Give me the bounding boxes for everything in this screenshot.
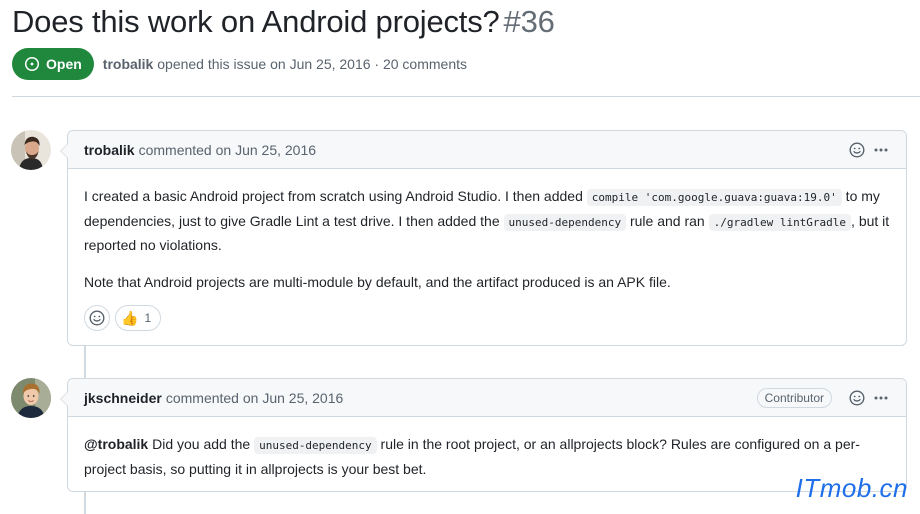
timeline-connector bbox=[84, 492, 86, 514]
comment-body: I created a basic Android project from s… bbox=[68, 169, 906, 293]
add-reaction-icon[interactable] bbox=[848, 141, 866, 159]
header-divider bbox=[12, 96, 920, 97]
watermark: ITmob.cn bbox=[795, 473, 908, 503]
issue-meta: Open trobalik opened this issue on Jun 2… bbox=[12, 48, 467, 80]
kebab-menu-icon[interactable] bbox=[872, 141, 890, 159]
issue-author-link[interactable]: trobalik bbox=[103, 56, 154, 72]
comment-author-link[interactable]: jkschneider bbox=[84, 390, 162, 406]
status-badge: Open bbox=[12, 48, 94, 80]
thumbs-up-icon: 👍 bbox=[121, 309, 139, 326]
timeline-connector bbox=[84, 346, 86, 379]
comment-paragraph: I created a basic Android project from s… bbox=[84, 188, 890, 253]
avatar-jkschneider[interactable] bbox=[11, 378, 51, 418]
comment-body: @trobalik Did you add the unused-depende… bbox=[68, 417, 906, 480]
user-mention-link[interactable]: @trobalik bbox=[84, 436, 148, 452]
thumbs-up-reaction-button[interactable]: 👍 1 bbox=[115, 305, 162, 331]
status-badge-label: Open bbox=[46, 56, 82, 72]
comment-header: jkschneider commented on Jun 25, 2016 Co… bbox=[68, 379, 906, 417]
comment-2: jkschneider commented on Jun 25, 2016 Co… bbox=[60, 378, 907, 492]
comment-timestamp[interactable]: commented on Jun 25, 2016 bbox=[139, 142, 316, 158]
add-reaction-button[interactable] bbox=[84, 305, 110, 331]
inline-code: compile 'com.google.guava:guava:19.0' bbox=[586, 189, 842, 206]
comment-1: trobalik commented on Jun 25, 2016 I cre… bbox=[60, 130, 907, 347]
issue-number: #36 bbox=[503, 4, 555, 39]
inline-code: unused-dependency bbox=[254, 437, 377, 454]
contributor-badge: Contributor bbox=[756, 387, 832, 408]
comment-author-link[interactable]: trobalik bbox=[84, 142, 135, 158]
reaction-count: 1 bbox=[144, 311, 152, 325]
issue-meta-text: trobalik opened this issue on Jun 25, 20… bbox=[103, 56, 467, 72]
smiley-icon bbox=[89, 310, 105, 326]
comment-paragraph: Note that Android projects are multi-mod… bbox=[84, 273, 671, 290]
issue-opened-text: opened this issue on Jun 25, 2016 · 20 c… bbox=[157, 56, 467, 72]
add-reaction-icon[interactable] bbox=[848, 389, 866, 407]
issue-title: Does this work on Android projects? #36 bbox=[12, 4, 555, 40]
avatar-trobalik[interactable] bbox=[11, 130, 51, 170]
comment-timestamp[interactable]: commented on Jun 25, 2016 bbox=[166, 390, 343, 406]
inline-code: ./gradlew lintGradle bbox=[708, 213, 852, 231]
user-avatar-icon bbox=[11, 378, 51, 418]
inline-code: unused-dependency bbox=[503, 213, 627, 231]
issue-open-icon bbox=[24, 56, 40, 72]
comment-paragraph: @trobalik Did you add the unused-depende… bbox=[84, 436, 860, 477]
comment-header: trobalik commented on Jun 25, 2016 bbox=[68, 131, 906, 169]
reactions-bar: 👍 1 bbox=[68, 305, 906, 347]
issue-title-text: Does this work on Android projects? bbox=[12, 4, 500, 39]
kebab-menu-icon[interactable] bbox=[872, 389, 890, 407]
user-avatar-icon bbox=[11, 130, 51, 170]
